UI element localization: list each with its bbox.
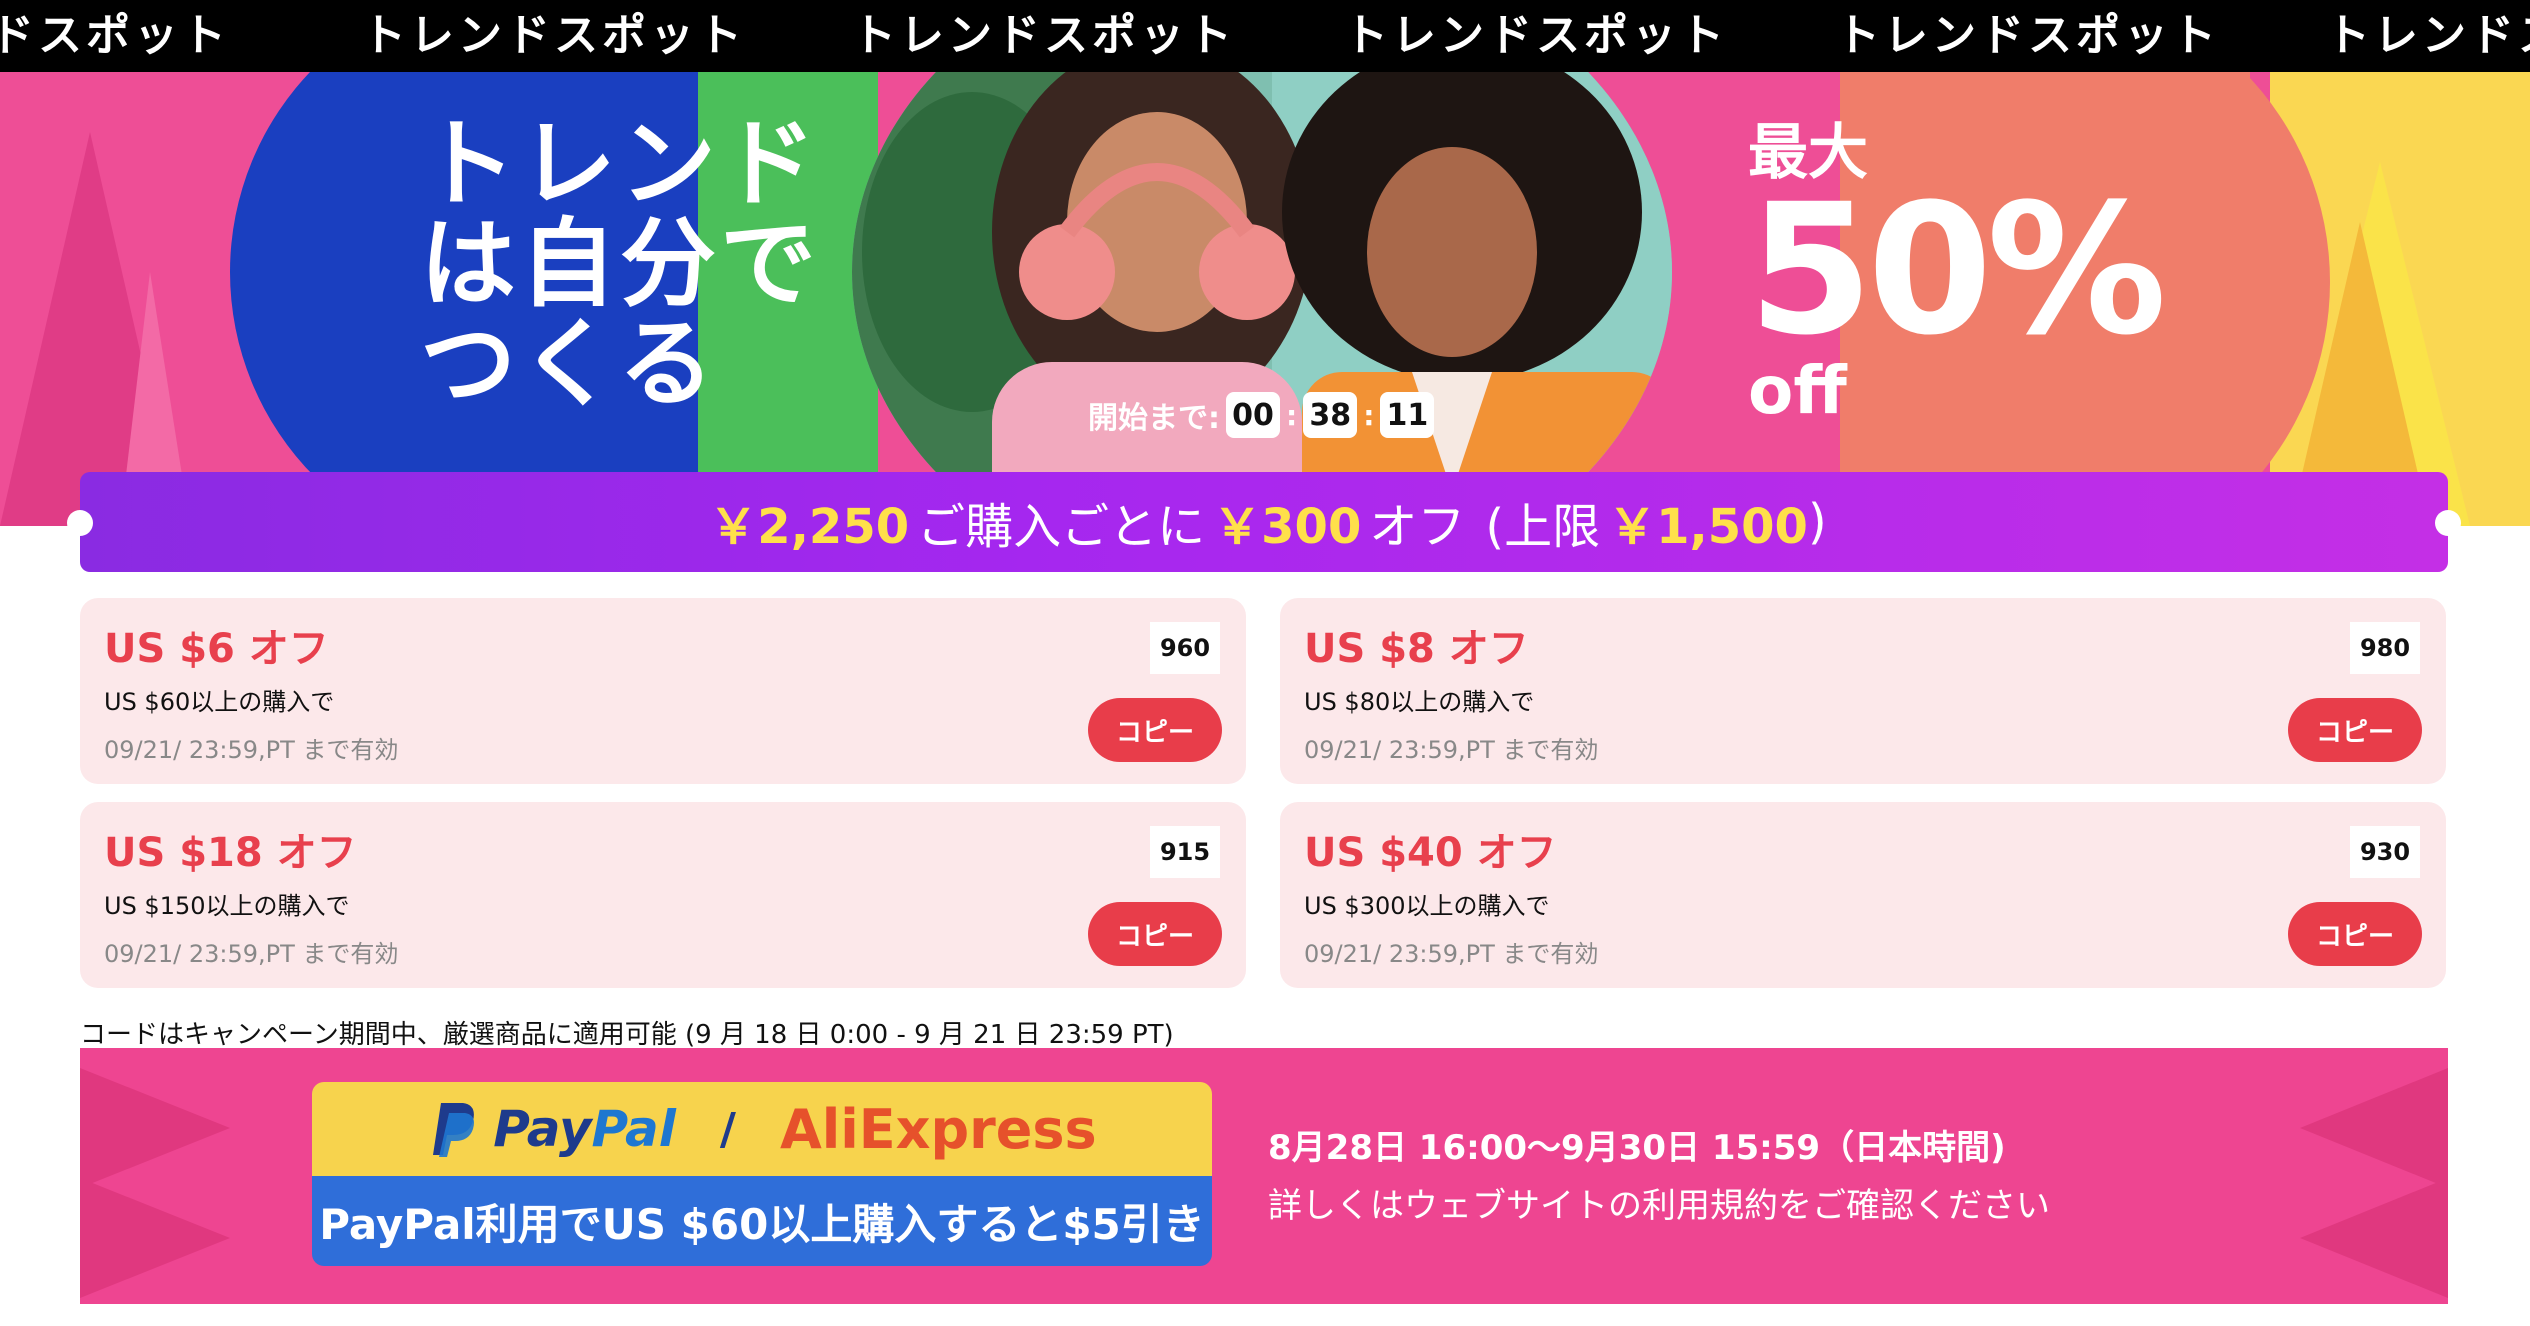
countdown-hours: 00 bbox=[1226, 392, 1280, 438]
hero-banner[interactable]: トレンド は自分で つくる 最大 50% off 開始まで: 00 : 38 :… bbox=[0, 72, 2530, 526]
marquee-text: トレンドスポット bbox=[1836, 10, 2220, 61]
marquee-banner: ドスポット トレンドスポット トレンドスポット トレンドスポット トレンドスポッ… bbox=[0, 0, 2530, 72]
sale-percent: 50% bbox=[1748, 166, 2167, 375]
ribbon-cap: ￥1,500 bbox=[1608, 499, 1808, 555]
coupon-condition: US $300以上の購入で bbox=[1304, 892, 1550, 920]
ribbon-cap-prefix: (上限 bbox=[1485, 499, 1601, 555]
coupon-card: US $6 オフ US $60以上の購入で 09/21/ 23:59,PT まで… bbox=[80, 598, 1246, 784]
paypal-offer-period: 8月28日 16:00〜9月30日 15:59（日本時間) bbox=[1268, 1128, 2006, 1168]
coupon-card: US $40 オフ US $300以上の購入で 09/21/ 23:59,PT … bbox=[1280, 802, 2446, 988]
campaign-note: コードはキャンペーン期間中、厳選商品に適用可能 (9 月 18 日 0:00 -… bbox=[80, 1020, 1174, 1050]
ribbon-cap-suffix: ) bbox=[1807, 494, 1827, 550]
countdown-seconds: 11 bbox=[1380, 392, 1435, 438]
hero-title-line: トレンド bbox=[420, 108, 820, 220]
marquee-text: トレンドスポット bbox=[362, 10, 746, 61]
paypal-banner[interactable]: Pay Pal / AliExpress PayPal利用でUS $60以上購入す… bbox=[80, 1048, 2448, 1304]
paypal-offer-text: PayPal利用でUS $60以上購入すると$5引き bbox=[312, 1176, 1212, 1266]
coupon-card: US $18 オフ US $150以上の購入で 09/21/ 23:59,PT … bbox=[80, 802, 1246, 988]
coupon-code-badge: 960 bbox=[1150, 622, 1220, 674]
copy-button[interactable]: コピー bbox=[2288, 902, 2422, 966]
logo-separator: / bbox=[719, 1103, 736, 1155]
coupon-title: US $18 オフ bbox=[104, 830, 357, 876]
coupon-validity: 09/21/ 23:59,PT まで有効 bbox=[1304, 940, 1599, 968]
ribbon-notch bbox=[67, 510, 93, 536]
paypal-terms-link[interactable]: 詳しくはウェブサイトの利用規約をご確認ください bbox=[1268, 1178, 2050, 1227]
countdown-timer: 開始まで: 00 : 38 : 11 bbox=[1088, 392, 1440, 438]
ribbon-discount: ￥300 bbox=[1213, 499, 1362, 555]
marquee-text: トレンドスポット bbox=[1344, 10, 1728, 61]
copy-button[interactable]: コピー bbox=[1088, 902, 1222, 966]
coupon-validity: 09/21/ 23:59,PT まで有効 bbox=[104, 940, 399, 968]
paypal-icon bbox=[433, 1103, 475, 1157]
paypal-offer-card: Pay Pal / AliExpress PayPal利用でUS $60以上購入す… bbox=[312, 1082, 1212, 1266]
hero-photo bbox=[852, 72, 1672, 526]
ribbon-amount: ￥2,250 bbox=[709, 499, 910, 555]
hero-title: トレンド は自分で つくる bbox=[420, 114, 820, 414]
coupon-condition: US $150以上の購入で bbox=[104, 892, 350, 920]
coupon-code-badge: 915 bbox=[1150, 826, 1220, 878]
paypal-logo: Pay Pal bbox=[427, 1099, 676, 1159]
ribbon-text: オフ bbox=[1369, 499, 1466, 555]
coupon-title: US $8 オフ bbox=[1304, 626, 1529, 672]
coupon-card: US $8 オフ US $80以上の購入で 09/21/ 23:59,PT まで… bbox=[1280, 598, 2446, 784]
hero-title-line: つくる bbox=[420, 308, 719, 420]
coupon-condition: US $60以上の購入で bbox=[104, 688, 335, 716]
paypal-logo-bar: Pay Pal / AliExpress bbox=[312, 1082, 1212, 1176]
colon: : bbox=[1363, 398, 1375, 432]
marquee-text: トレンドスポット bbox=[852, 10, 1236, 61]
countdown-label: 開始まで: bbox=[1088, 401, 1220, 436]
coupon-code-badge: 930 bbox=[2350, 826, 2420, 878]
copy-button[interactable]: コピー bbox=[2288, 698, 2422, 762]
marquee-text: ドスポット bbox=[0, 10, 230, 61]
sale-headline: 最大 50% off bbox=[1748, 120, 2167, 426]
ribbon-text: ご購入ごとに bbox=[917, 499, 1206, 555]
aliexpress-logo: AliExpress bbox=[779, 1097, 1097, 1161]
paypal-wordmark-pal: Pal bbox=[591, 1100, 676, 1158]
coupon-title: US $6 オフ bbox=[104, 626, 329, 672]
colon: : bbox=[1286, 398, 1298, 432]
hero-title-line: は自分で bbox=[420, 208, 820, 320]
promo-ribbon: ￥2,250 ご購入ごとに ￥300 オフ (上限 ￥1,500 ) bbox=[67, 472, 2461, 572]
coupon-condition: US $80以上の購入で bbox=[1304, 688, 1535, 716]
coupon-code-badge: 980 bbox=[2350, 622, 2420, 674]
coupon-validity: 09/21/ 23:59,PT まで有効 bbox=[1304, 736, 1599, 764]
copy-button[interactable]: コピー bbox=[1088, 698, 1222, 762]
countdown-minutes: 38 bbox=[1303, 392, 1358, 438]
coupon-title: US $40 オフ bbox=[1304, 830, 1557, 876]
ribbon-notch bbox=[2435, 510, 2461, 536]
paypal-wordmark-pay: Pay bbox=[493, 1100, 592, 1158]
coupon-validity: 09/21/ 23:59,PT まで有効 bbox=[104, 736, 399, 764]
marquee-text: トレンドス bbox=[2326, 10, 2530, 61]
